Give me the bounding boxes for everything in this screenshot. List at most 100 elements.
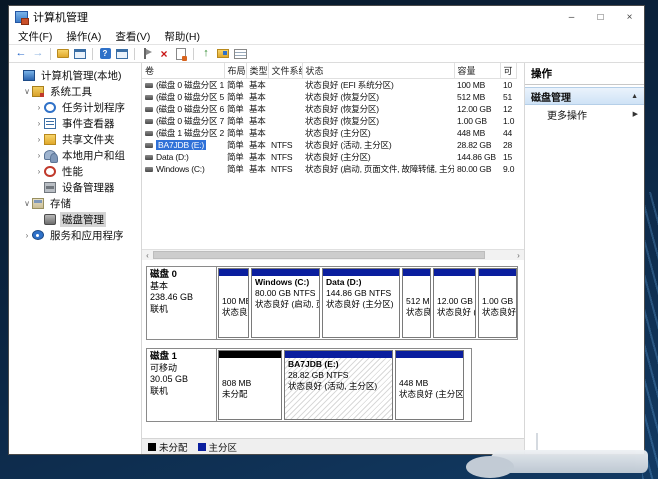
partition-color-bar — [396, 351, 463, 358]
partition-color-bar — [252, 269, 319, 276]
partition-color-bar — [479, 269, 516, 276]
partition-color-bar — [219, 269, 248, 276]
menu-view[interactable]: 查看(V) — [108, 28, 157, 44]
partition-color-bar — [285, 351, 392, 358]
toolbar-separator — [50, 48, 51, 60]
disk-info[interactable]: 磁盘 1 可移动 30.05 GB 联机 — [147, 349, 217, 421]
sidebar-item-label: 性能 — [60, 164, 85, 179]
minimize-button[interactable]: – — [557, 6, 586, 28]
table-header-row: 卷 布局 类型 文件系统 状态 容量 可 — [142, 63, 516, 78]
menu-file[interactable]: 文件(F) — [11, 28, 59, 44]
scroll-left-icon[interactable]: ‹ — [142, 250, 153, 260]
clock-icon — [44, 102, 56, 113]
sidebar-item-label: 系统工具 — [48, 84, 94, 99]
expand-right-icon: ▶ — [633, 110, 638, 118]
more-actions-item[interactable]: 更多操作 ▶ — [525, 105, 644, 123]
watermark — [490, 450, 648, 473]
sidebar-item-label: 存储 — [48, 196, 73, 211]
table-row[interactable]: (磁盘 0 磁盘分区 6) 简单基本 状态良好 (恢复分区) 12.00 GB1… — [142, 103, 516, 115]
chevron-down-icon[interactable]: ∨ — [22, 87, 32, 96]
column-status[interactable]: 状态 — [302, 63, 454, 78]
sidebar-item-shared-folders[interactable]: › 共享文件夹 — [9, 131, 141, 147]
disk-row: 磁盘 0 基本 238.46 GB 联机 100 MB 状态良好 — [146, 266, 518, 340]
format-icon[interactable] — [173, 47, 189, 61]
forward-icon[interactable]: → — [30, 47, 46, 61]
show-tree-icon[interactable] — [55, 47, 71, 61]
title-bar[interactable]: 计算机管理 – □ × — [9, 6, 644, 28]
partition-unallocated-808mb[interactable]: 808 MB 未分配 — [218, 350, 282, 420]
chevron-right-icon[interactable]: › — [34, 119, 44, 128]
partition-1gb[interactable]: 1.00 GB 状态良好 — [478, 268, 517, 338]
computer-icon — [23, 70, 35, 81]
sidebar-item-label: 磁盘管理 — [60, 212, 106, 227]
open-folder-icon[interactable] — [215, 47, 231, 61]
properties-window-icon[interactable] — [114, 47, 130, 61]
sidebar-item-computer-management[interactable]: 计算机管理(本地) — [9, 67, 141, 83]
partition-512mb[interactable]: 512 MB 状态良好 — [402, 268, 431, 338]
sidebar-item-disk-management[interactable]: 磁盘管理 — [9, 211, 141, 227]
sidebar-item-storage[interactable]: ∨ 存储 — [9, 195, 141, 211]
computer-management-icon — [15, 11, 28, 23]
table-row[interactable]: (磁盘 0 磁盘分区 1) 简单基本 状态良好 (EFI 系统分区) 100 M… — [142, 78, 516, 91]
maximize-button[interactable]: □ — [586, 6, 615, 28]
performance-icon — [44, 166, 56, 177]
chevron-right-icon[interactable]: › — [34, 135, 44, 144]
partition-ba7jdb-e-selected[interactable]: BA7JDB (E:) 28.82 GB NTFS 状态良好 (活动, 主分区) — [284, 350, 393, 420]
console-window-icon[interactable] — [72, 47, 88, 61]
column-volume[interactable]: 卷 — [142, 63, 224, 78]
actions-group-disk-management[interactable]: 磁盘管理 ▲ — [525, 87, 644, 105]
delete-volume-icon[interactable]: × — [156, 47, 172, 61]
table-row-selected[interactable]: BA7JDB (E:) 简单基本 NTFS状态良好 (活动, 主分区) 28.8… — [142, 139, 516, 151]
partition-12gb[interactable]: 12.00 GB 状态良好 (恢复分区) — [433, 268, 476, 338]
column-type[interactable]: 类型 — [246, 63, 268, 78]
partition-data-d[interactable]: Data (D:) 144.86 GB NTFS 状态良好 (主分区) — [322, 268, 400, 338]
sidebar-item-performance[interactable]: › 性能 — [9, 163, 141, 179]
partition-100mb[interactable]: 100 MB 状态良好 — [218, 268, 249, 338]
table-row[interactable]: (磁盘 0 磁盘分区 7) 简单基本 状态良好 (恢复分区) 1.00 GB1.… — [142, 115, 516, 127]
collapse-icon[interactable]: ▲ — [631, 93, 638, 100]
table-row[interactable]: Windows (C:) 简单基本 NTFS状态良好 (启动, 页面文件, 故障… — [142, 163, 516, 175]
scrollbar-thumb[interactable] — [153, 251, 485, 259]
toolbar-separator — [92, 48, 93, 60]
disk-icon — [44, 214, 56, 225]
horizontal-scrollbar[interactable]: ‹ › — [142, 249, 524, 260]
table-row[interactable]: (磁盘 0 磁盘分区 5) 简单基本 状态良好 (恢复分区) 512 MB51 — [142, 91, 516, 103]
table-row[interactable]: (磁盘 1 磁盘分区 2) 简单基本 状态良好 (主分区) 448 MB44 — [142, 127, 516, 139]
table-row[interactable]: Data (D:) 简单基本 NTFS状态良好 (主分区) 144.86 GB1… — [142, 151, 516, 163]
legend-color-swatch — [198, 443, 206, 451]
volume-icon — [145, 119, 153, 124]
column-filesystem[interactable]: 文件系统 — [268, 63, 302, 78]
column-layout[interactable]: 布局 — [224, 63, 246, 78]
shared-folder-icon — [44, 134, 56, 145]
chevron-right-icon[interactable]: › — [34, 167, 44, 176]
partition-448mb[interactable]: 448 MB 状态良好 (主分区) — [395, 350, 464, 420]
close-button[interactable]: × — [615, 6, 644, 28]
sidebar-item-local-users-groups[interactable]: › 本地用户和组 — [9, 147, 141, 163]
sidebar-item-event-viewer[interactable]: › 事件查看器 — [9, 115, 141, 131]
legend-primary-partition: 主分区 — [198, 440, 238, 454]
disk-row: 磁盘 1 可移动 30.05 GB 联机 808 MB 未分配 — [146, 348, 472, 422]
chevron-right-icon[interactable]: › — [34, 103, 44, 112]
help-icon[interactable]: ? — [97, 47, 113, 61]
refresh-icon[interactable]: ↑ — [198, 47, 214, 61]
chevron-right-icon[interactable]: › — [22, 231, 32, 240]
sidebar-item-task-scheduler[interactable]: › 任务计划程序 — [9, 99, 141, 115]
graphical-view: 磁盘 0 基本 238.46 GB 联机 100 MB 状态良好 — [142, 260, 524, 438]
sidebar-item-services-applications[interactable]: › 服务和应用程序 — [9, 227, 141, 243]
chevron-right-icon[interactable]: › — [34, 151, 44, 160]
scroll-right-icon[interactable]: › — [513, 250, 524, 260]
chevron-down-icon[interactable]: ∨ — [22, 199, 32, 208]
event-log-icon — [44, 118, 56, 129]
menu-help[interactable]: 帮助(H) — [157, 28, 207, 44]
sidebar-item-device-manager[interactable]: 设备管理器 — [9, 179, 141, 195]
sidebar-item-system-tools[interactable]: ∨ 系统工具 — [9, 83, 141, 99]
list-properties-icon[interactable] — [232, 47, 248, 61]
column-capacity[interactable]: 容量 — [454, 63, 500, 78]
back-icon[interactable]: ← — [13, 47, 29, 61]
system-tools-icon — [32, 86, 44, 97]
mark-partition-icon[interactable] — [139, 47, 155, 61]
column-free[interactable]: 可 — [500, 63, 516, 78]
partition-windows-c[interactable]: Windows (C:) 80.00 GB NTFS 状态良好 (启动, 页面文… — [251, 268, 320, 338]
disk-info[interactable]: 磁盘 0 基本 238.46 GB 联机 — [147, 267, 217, 339]
menu-action[interactable]: 操作(A) — [59, 28, 108, 44]
